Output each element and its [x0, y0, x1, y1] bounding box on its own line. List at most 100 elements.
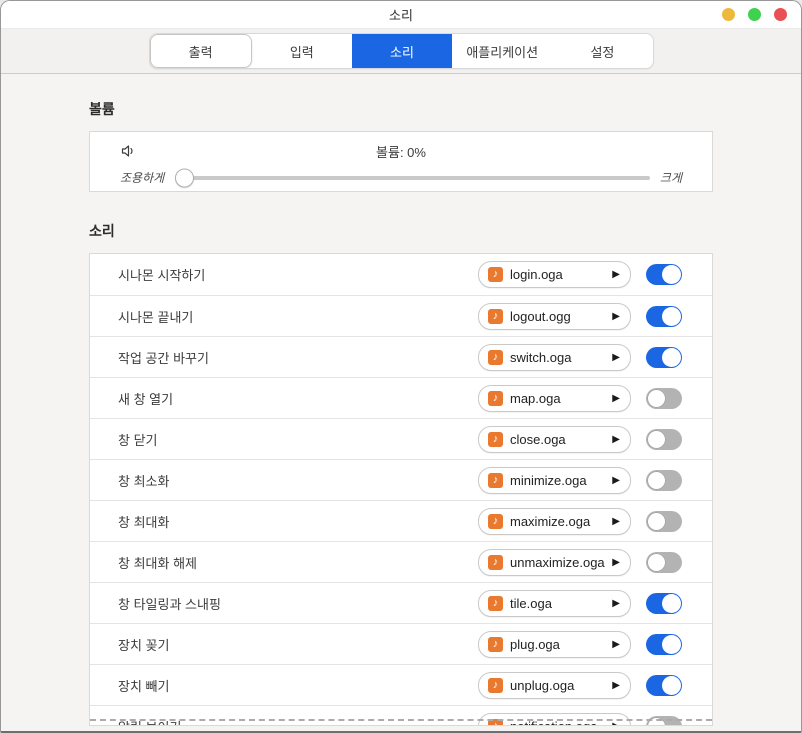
sound-enabled-toggle[interactable] [646, 552, 682, 573]
volume-slider-handle[interactable] [175, 168, 194, 187]
sound-file-button[interactable]: ♪ switch.oga ▶ [478, 344, 631, 371]
sound-file-name: logout.ogg [510, 309, 608, 324]
content-area: 볼륨 볼륨: 0% 조용하게 크게 소리 시 [1, 74, 801, 726]
sound-settings-window: 소리 출력입력소리애플리케이션설정 볼륨 볼륨: 0% 조용하게 [0, 0, 802, 733]
sound-file-button[interactable]: ♪ maximize.oga ▶ [478, 508, 631, 535]
sound-file-name: switch.oga [510, 350, 608, 365]
sound-enabled-toggle[interactable] [646, 675, 682, 696]
sound-file-name: plug.oga [510, 637, 608, 652]
sound-event-row: 알림 보이기 ♪ notification.oga ▶ [90, 705, 712, 726]
tab-설정[interactable]: 설정 [552, 34, 652, 68]
toggle-knob [662, 594, 681, 613]
music-file-icon: ♪ [488, 350, 503, 365]
window-title: 소리 [389, 5, 413, 24]
sound-event-label: 창 최대화 해제 [118, 553, 478, 572]
sound-file-name: login.oga [510, 267, 608, 282]
sound-event-row: 창 최소화 ♪ minimize.oga ▶ [90, 459, 712, 500]
sound-event-row: 장치 빼기 ♪ unplug.oga ▶ [90, 664, 712, 705]
volume-slider-track[interactable] [186, 176, 650, 180]
sound-event-label: 알림 보이기 [118, 717, 478, 727]
sound-event-label: 시나몬 시작하기 [118, 265, 478, 284]
music-file-icon: ♪ [488, 267, 503, 282]
sound-file-name: map.oga [510, 391, 608, 406]
sound-event-label: 창 닫기 [118, 430, 478, 449]
play-icon[interactable]: ▶ [612, 393, 620, 404]
play-icon[interactable]: ▶ [612, 434, 620, 445]
tab-출력[interactable]: 출력 [150, 34, 252, 68]
sound-file-name: minimize.oga [510, 473, 608, 488]
sound-events-list: 시나몬 시작하기 ♪ login.oga ▶ 시나몬 끝내기 ♪ logout.… [89, 253, 713, 726]
toggle-knob [647, 471, 666, 490]
sound-event-row: 창 최대화 해제 ♪ unmaximize.oga ▶ [90, 541, 712, 582]
play-icon[interactable]: ▶ [612, 721, 620, 727]
toggle-knob [647, 389, 666, 408]
tab-입력[interactable]: 입력 [252, 34, 352, 68]
close-button[interactable] [774, 8, 787, 21]
play-icon[interactable]: ▶ [612, 516, 620, 527]
sound-enabled-toggle[interactable] [646, 306, 682, 327]
titlebar: 소리 [1, 1, 801, 28]
sound-file-button[interactable]: ♪ close.oga ▶ [478, 426, 631, 453]
play-icon[interactable]: ▶ [612, 269, 620, 280]
volume-slider: 조용하게 크게 [120, 169, 682, 186]
sound-enabled-toggle[interactable] [646, 511, 682, 532]
sound-event-row: 창 닫기 ♪ close.oga ▶ [90, 418, 712, 459]
music-file-icon: ♪ [488, 678, 503, 693]
sound-enabled-toggle[interactable] [646, 388, 682, 409]
sound-event-label: 작업 공간 바꾸기 [118, 348, 478, 367]
window-controls [722, 1, 787, 28]
sound-file-name: maximize.oga [510, 514, 608, 529]
sound-enabled-toggle[interactable] [646, 634, 682, 655]
volume-section-heading: 볼륨 [89, 99, 713, 119]
sound-event-label: 창 타일링과 스내핑 [118, 594, 478, 613]
sound-event-label: 창 최대화 [118, 512, 478, 531]
sound-enabled-toggle[interactable] [646, 264, 682, 285]
sound-enabled-toggle[interactable] [646, 429, 682, 450]
minimize-button[interactable] [722, 8, 735, 21]
toggle-knob [662, 676, 681, 695]
sounds-section-heading: 소리 [89, 221, 713, 241]
sound-enabled-toggle[interactable] [646, 470, 682, 491]
music-file-icon: ♪ [488, 596, 503, 611]
play-icon[interactable]: ▶ [612, 639, 620, 650]
sound-file-button[interactable]: ♪ unmaximize.oga ▶ [478, 549, 631, 576]
sound-file-button[interactable]: ♪ map.oga ▶ [478, 385, 631, 412]
toggle-knob [647, 430, 666, 449]
sound-event-label: 장치 빼기 [118, 676, 478, 695]
sound-file-button[interactable]: ♪ unplug.oga ▶ [478, 672, 631, 699]
music-file-icon: ♪ [488, 309, 503, 324]
tab-소리[interactable]: 소리 [352, 34, 452, 68]
toggle-knob [662, 348, 681, 367]
speaker-low-icon [120, 143, 136, 164]
play-icon[interactable]: ▶ [612, 557, 620, 568]
sound-file-button[interactable]: ♪ minimize.oga ▶ [478, 467, 631, 494]
list-scroll-clip-indicator [90, 719, 712, 721]
sound-file-name: unmaximize.oga [510, 555, 608, 570]
sound-event-label: 새 창 열기 [118, 389, 478, 408]
play-icon[interactable]: ▶ [612, 311, 620, 322]
music-file-icon: ♪ [488, 514, 503, 529]
play-icon[interactable]: ▶ [612, 475, 620, 486]
toggle-knob [662, 265, 681, 284]
music-file-icon: ♪ [488, 637, 503, 652]
toggle-knob [647, 512, 666, 531]
sound-event-label: 창 최소화 [118, 471, 478, 490]
toggle-knob [662, 635, 681, 654]
sound-event-row: 시나몬 시작하기 ♪ login.oga ▶ [90, 254, 712, 295]
maximize-button[interactable] [748, 8, 761, 21]
sound-file-button[interactable]: ♪ login.oga ▶ [478, 261, 631, 288]
sound-event-row: 새 창 열기 ♪ map.oga ▶ [90, 377, 712, 418]
sound-file-button[interactable]: ♪ tile.oga ▶ [478, 590, 631, 617]
play-icon[interactable]: ▶ [612, 352, 620, 363]
sound-enabled-toggle[interactable] [646, 347, 682, 368]
tab-애플리케이션[interactable]: 애플리케이션 [452, 34, 552, 68]
sound-file-button[interactable]: ♪ logout.ogg ▶ [478, 303, 631, 330]
sound-enabled-toggle[interactable] [646, 593, 682, 614]
music-file-icon: ♪ [488, 391, 503, 406]
sound-file-button[interactable]: ♪ plug.oga ▶ [478, 631, 631, 658]
tab-bar: 출력입력소리애플리케이션설정 [1, 28, 801, 74]
sound-event-row: 창 타일링과 스내핑 ♪ tile.oga ▶ [90, 582, 712, 623]
play-icon[interactable]: ▶ [612, 598, 620, 609]
play-icon[interactable]: ▶ [612, 680, 620, 691]
sound-file-name: close.oga [510, 432, 608, 447]
